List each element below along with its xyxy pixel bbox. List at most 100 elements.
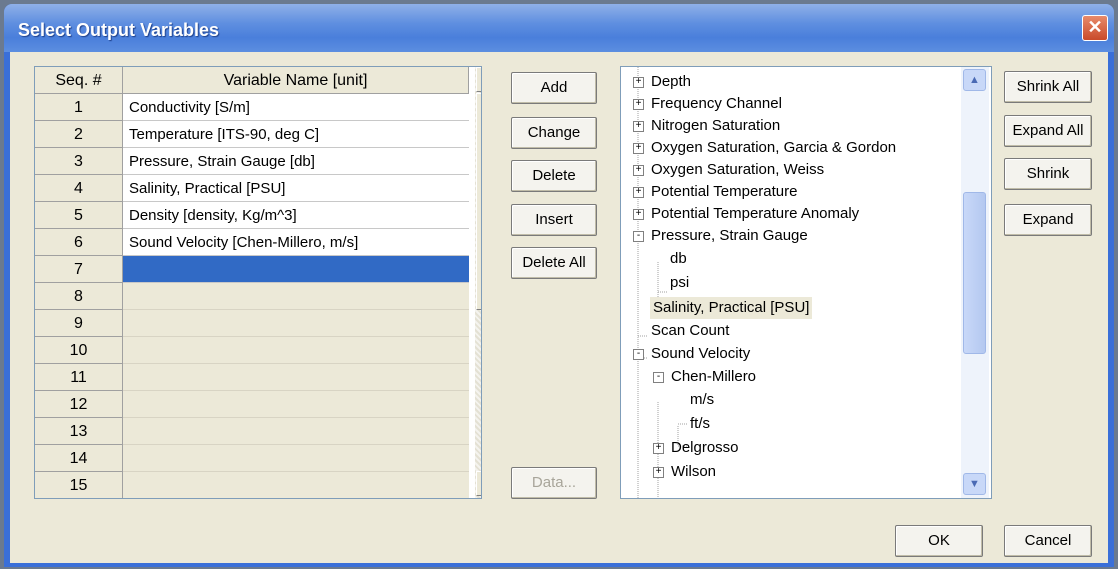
row-variable[interactable]: [123, 364, 469, 391]
grid-scrollbar[interactable]: ▲ ▼: [475, 67, 481, 498]
grid-row[interactable]: 10: [35, 337, 481, 364]
tree-node-chen-millero[interactable]: - Chen-Millero: [653, 366, 756, 388]
tree-node-label: Oxygen Saturation, Weiss: [651, 161, 825, 178]
insert-button[interactable]: Insert: [511, 204, 597, 236]
tree-node-wilson[interactable]: + Wilson: [653, 461, 716, 483]
data-button[interactable]: Data...: [511, 467, 597, 499]
row-seq: 8: [35, 283, 123, 310]
row-variable[interactable]: [123, 283, 469, 310]
tree-node-nitrogen-saturation[interactable]: + Nitrogen Saturation: [633, 115, 780, 137]
row-variable[interactable]: [123, 418, 469, 445]
dialog-window: Select Output Variables ✕ Seq. # Variabl…: [4, 4, 1114, 567]
expand-icon[interactable]: +: [653, 443, 664, 454]
tree-node-potential-temperature-anomaly[interactable]: + Potential Temperature Anomaly: [633, 203, 859, 225]
grid-row[interactable]: 5 Density [density, Kg/m^3]: [35, 202, 481, 229]
tree-node-db[interactable]: db: [670, 248, 687, 270]
collapse-icon[interactable]: -: [653, 372, 664, 383]
grid-row[interactable]: 14: [35, 445, 481, 472]
expand-icon[interactable]: +: [633, 165, 644, 176]
row-variable[interactable]: Conductivity [S/m]: [123, 94, 469, 121]
row-variable[interactable]: Salinity, Practical [PSU]: [123, 175, 469, 202]
tree-node-scan-count[interactable]: Scan Count: [651, 320, 729, 342]
expand-all-button[interactable]: Expand All: [1004, 115, 1092, 147]
tree-node-pressure-strain-gauge[interactable]: - Pressure, Strain Gauge: [633, 225, 808, 247]
expand-icon[interactable]: +: [633, 121, 644, 132]
scroll-thumb[interactable]: [476, 93, 481, 310]
grid-row[interactable]: 3 Pressure, Strain Gauge [db]: [35, 148, 481, 175]
close-button[interactable]: ✕: [1082, 15, 1108, 41]
expand-icon[interactable]: +: [633, 187, 644, 198]
output-variable-grid: Seq. # Variable Name [unit] 1 Conductivi…: [34, 66, 482, 499]
shrink-button[interactable]: Shrink: [1004, 158, 1092, 190]
tree-node-frequency-channel[interactable]: + Frequency Channel: [633, 93, 782, 115]
scroll-up-button[interactable]: ▲: [476, 67, 481, 92]
tree-node-potential-temperature[interactable]: + Potential Temperature: [633, 181, 797, 203]
scroll-down-button[interactable]: ▼: [476, 471, 481, 496]
tree-node-oxygen-weiss[interactable]: + Oxygen Saturation, Weiss: [633, 159, 824, 181]
collapse-icon[interactable]: -: [633, 349, 644, 360]
expand-button[interactable]: Expand: [1004, 204, 1092, 236]
row-seq: 10: [35, 337, 123, 364]
add-button[interactable]: Add: [511, 72, 597, 104]
grid-row[interactable]: 15: [35, 472, 481, 498]
grid-row-selected[interactable]: 7: [35, 256, 481, 283]
grid-row[interactable]: 13: [35, 418, 481, 445]
tree-node-m-per-s[interactable]: m/s: [690, 389, 714, 411]
row-variable[interactable]: [123, 445, 469, 472]
tree-node-label: Oxygen Saturation, Garcia & Gordon: [651, 139, 897, 156]
expand-icon[interactable]: +: [633, 143, 644, 154]
delete-all-button[interactable]: Delete All: [511, 247, 597, 279]
collapse-icon[interactable]: -: [633, 231, 644, 242]
row-variable[interactable]: [123, 472, 469, 498]
tree-node-label: Depth: [651, 73, 692, 90]
tree-node-label: Wilson: [671, 463, 717, 480]
tree-scrollbar[interactable]: ▲ ▼: [961, 67, 989, 498]
title-bar[interactable]: Select Output Variables ✕: [4, 4, 1114, 52]
tree-node-salinity-practical[interactable]: Salinity, Practical [PSU]: [650, 297, 813, 319]
tree-node-label: Pressure, Strain Gauge: [651, 227, 808, 244]
window-title: Select Output Variables: [18, 20, 220, 40]
grid-row[interactable]: 12: [35, 391, 481, 418]
cancel-button[interactable]: Cancel: [1004, 525, 1092, 557]
tree-node-sound-velocity[interactable]: - Sound Velocity: [633, 343, 750, 365]
grid-row[interactable]: 6 Sound Velocity [Chen-Millero, m/s]: [35, 229, 481, 256]
tree-node-label: Sound Velocity: [651, 345, 751, 362]
tree-node-oxygen-garcia-gordon[interactable]: + Oxygen Saturation, Garcia & Gordon: [633, 137, 896, 159]
tree-node-label: Chen-Millero: [671, 368, 757, 385]
shrink-all-button[interactable]: Shrink All: [1004, 71, 1092, 103]
grid-row[interactable]: 9: [35, 310, 481, 337]
tree-scroll-thumb[interactable]: [963, 192, 986, 354]
row-seq: 14: [35, 445, 123, 472]
grid-row[interactable]: 11: [35, 364, 481, 391]
expand-icon[interactable]: +: [633, 77, 644, 88]
row-seq: 4: [35, 175, 123, 202]
seq-column-header: Seq. #: [35, 67, 123, 94]
row-variable[interactable]: Sound Velocity [Chen-Millero, m/s]: [123, 229, 469, 256]
row-variable[interactable]: [123, 256, 469, 283]
row-variable[interactable]: [123, 337, 469, 364]
grid-row[interactable]: 1 Conductivity [S/m]: [35, 94, 481, 121]
expand-icon[interactable]: +: [633, 209, 644, 220]
expand-icon[interactable]: +: [653, 467, 664, 478]
expand-icon[interactable]: +: [633, 99, 644, 110]
tree-node-ft-per-s[interactable]: ft/s: [690, 413, 710, 435]
tree-node-depth[interactable]: + Depth: [633, 71, 691, 93]
grid-row[interactable]: 8: [35, 283, 481, 310]
grid-row[interactable]: 2 Temperature [ITS-90, deg C]: [35, 121, 481, 148]
chevron-down-icon: ▼: [969, 478, 980, 490]
row-variable[interactable]: [123, 391, 469, 418]
row-variable[interactable]: Temperature [ITS-90, deg C]: [123, 121, 469, 148]
tree-node-psi[interactable]: psi: [670, 272, 689, 294]
row-variable[interactable]: Pressure, Strain Gauge [db]: [123, 148, 469, 175]
delete-button[interactable]: Delete: [511, 160, 597, 192]
tree-scroll-down-button[interactable]: ▼: [963, 473, 986, 495]
ok-button[interactable]: OK: [895, 525, 983, 557]
tree-node-delgrosso[interactable]: + Delgrosso: [653, 437, 739, 459]
row-seq: 13: [35, 418, 123, 445]
variable-column-header: Variable Name [unit]: [123, 67, 469, 94]
change-button[interactable]: Change: [511, 117, 597, 149]
grid-row[interactable]: 4 Salinity, Practical [PSU]: [35, 175, 481, 202]
row-variable[interactable]: [123, 310, 469, 337]
row-variable[interactable]: Density [density, Kg/m^3]: [123, 202, 469, 229]
tree-scroll-up-button[interactable]: ▲: [963, 69, 986, 91]
